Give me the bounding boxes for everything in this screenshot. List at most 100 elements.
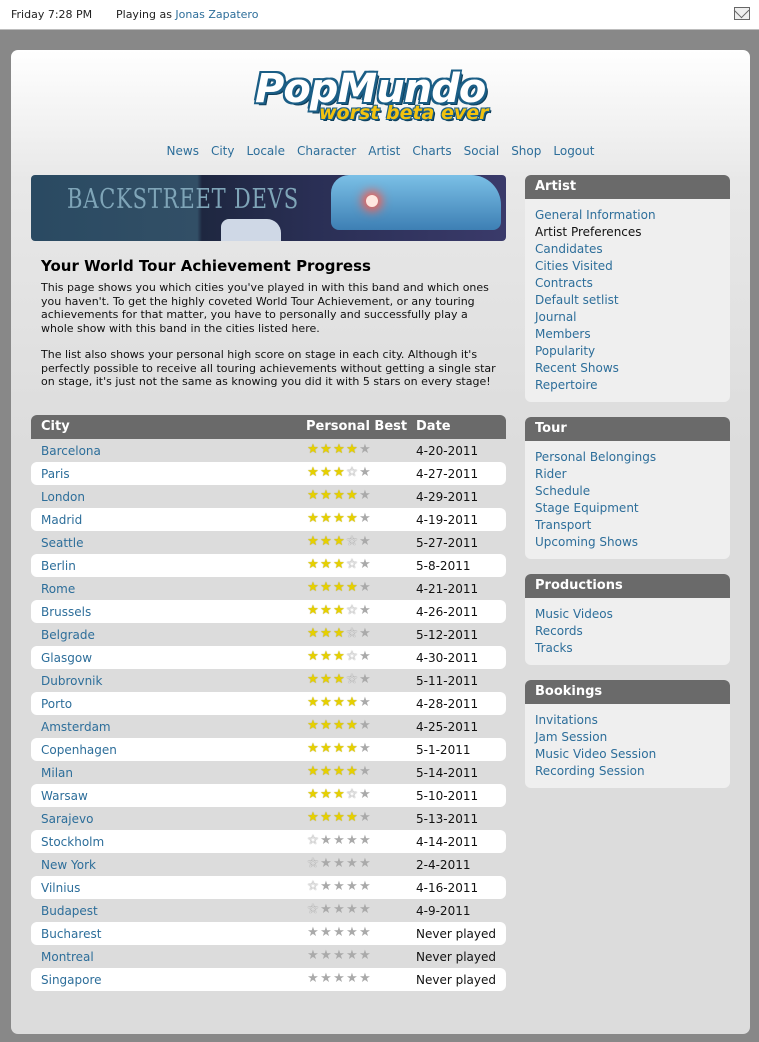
city-link[interactable]: Madrid xyxy=(41,513,82,527)
city-link[interactable]: Vilnius xyxy=(41,881,80,895)
star-gray-icon: ★ xyxy=(307,925,319,940)
table-row: Singapore ★ ★ ★ ★ ★ Never played xyxy=(31,968,506,991)
city-link[interactable]: Dubrovnik xyxy=(41,674,102,688)
sidebar-item-journal[interactable]: Journal xyxy=(535,310,720,327)
date-cell: Never played xyxy=(416,927,496,941)
sidebar-item-rider[interactable]: Rider xyxy=(535,467,720,484)
sidebar-item-members[interactable]: Members xyxy=(535,327,720,344)
star-gray-icon: ★ xyxy=(359,534,371,549)
sidebar-item-cities-visited[interactable]: Cities Visited xyxy=(535,259,720,276)
star-gray-icon: ★ xyxy=(359,787,371,802)
sidebar-item-contracts[interactable]: Contracts xyxy=(535,276,720,293)
table-body: Barcelona ★ ★ ★ ★ ★ 4-20-2011 Paris ★ ★ ★ ☆ ★ 4-27-20… xyxy=(31,439,506,991)
sidebar-item-upcoming-shows[interactable]: Upcoming Shows xyxy=(535,535,720,552)
intro-section: Your World Tour Achievement Progress Thi… xyxy=(41,257,501,402)
nav-link-logout[interactable]: Logout xyxy=(553,144,594,158)
logo-sub-text: worst beta ever xyxy=(319,102,489,124)
star-filled-icon: ★ xyxy=(307,741,319,756)
date-cell: 4-20-2011 xyxy=(416,444,479,458)
sidebar-item-music-videos[interactable]: Music Videos xyxy=(535,607,720,624)
city-link[interactable]: Glasgow xyxy=(41,651,92,665)
star-outline-icon: ☆ xyxy=(307,833,319,848)
nav-link-social[interactable]: Social xyxy=(464,144,500,158)
sidebar-item-popularity[interactable]: Popularity xyxy=(535,344,720,361)
star-gray-icon: ★ xyxy=(359,557,371,572)
sidebar-item-tracks[interactable]: Tracks xyxy=(535,641,720,658)
nav-link-city[interactable]: City xyxy=(211,144,235,158)
nav-link-news[interactable]: News xyxy=(167,144,199,158)
city-link[interactable]: Barcelona xyxy=(41,444,101,458)
star-filled-icon: ★ xyxy=(346,718,358,733)
table-row: Dubrovnik ★ ★ ★ ☆ ★ 5-11-2011 xyxy=(31,669,506,692)
star-outline-icon: ☆ xyxy=(346,557,358,572)
date-cell: 5-10-2011 xyxy=(416,789,479,803)
city-link[interactable]: Montreal xyxy=(41,950,94,964)
city-link[interactable]: Singapore xyxy=(41,973,102,987)
date-cell: 5-27-2011 xyxy=(416,536,479,550)
city-link[interactable]: Belgrade xyxy=(41,628,95,642)
sidebar-item-transport[interactable]: Transport xyxy=(535,518,720,535)
city-link[interactable]: Amsterdam xyxy=(41,720,111,734)
star-filled-icon: ★ xyxy=(333,488,345,503)
city-link[interactable]: Seattle xyxy=(41,536,83,550)
envelope-icon[interactable] xyxy=(734,7,750,20)
sidebar-item-invitations[interactable]: Invitations xyxy=(535,713,720,730)
city-link[interactable]: Porto xyxy=(41,697,72,711)
sidebar-item-candidates[interactable]: Candidates xyxy=(535,242,720,259)
star-filled-icon: ★ xyxy=(333,603,345,618)
city-link[interactable]: Paris xyxy=(41,467,70,481)
sidebar-item-recording-session[interactable]: Recording Session xyxy=(535,764,720,781)
star-outline-icon: ☆ xyxy=(346,626,358,641)
nav-link-artist[interactable]: Artist xyxy=(368,144,400,158)
star-gray-icon: ★ xyxy=(333,856,345,871)
sidebar-item-stage-equipment[interactable]: Stage Equipment xyxy=(535,501,720,518)
sidebar-item-personal-belongings[interactable]: Personal Belongings xyxy=(535,450,720,467)
star-filled-icon: ★ xyxy=(320,534,332,549)
star-filled-icon: ★ xyxy=(333,672,345,687)
band-name: BACKSTREET DEVS xyxy=(67,184,299,215)
nav-link-character[interactable]: Character xyxy=(297,144,356,158)
star-filled-icon: ★ xyxy=(320,626,332,641)
nav-link-locale[interactable]: Locale xyxy=(247,144,285,158)
city-link[interactable]: Brussels xyxy=(41,605,91,619)
star-outline-icon: ☆ xyxy=(346,672,358,687)
nav-link-shop[interactable]: Shop xyxy=(511,144,541,158)
city-link[interactable]: Rome xyxy=(41,582,75,596)
sidebar-item-repertoire[interactable]: Repertoire xyxy=(535,378,720,395)
star-filled-icon: ★ xyxy=(333,810,345,825)
city-link[interactable]: Bucharest xyxy=(41,927,101,941)
sidebar-item-music-video-session[interactable]: Music Video Session xyxy=(535,747,720,764)
city-link[interactable]: Stockholm xyxy=(41,835,104,849)
city-link[interactable]: Warsaw xyxy=(41,789,88,803)
star-gray-icon: ★ xyxy=(346,925,358,940)
date-cell: 2-4-2011 xyxy=(416,858,471,872)
star-filled-icon: ★ xyxy=(320,603,332,618)
nav-link-charts[interactable]: Charts xyxy=(412,144,451,158)
player-name-link[interactable]: Jonas Zapatero xyxy=(175,8,258,21)
site-logo[interactable]: PopMundo worst beta ever xyxy=(255,66,511,128)
star-gray-icon: ★ xyxy=(359,971,371,986)
star-outline-icon: ☆ xyxy=(346,465,358,480)
star-gray-icon: ★ xyxy=(359,465,371,480)
sidebar-item-schedule[interactable]: Schedule xyxy=(535,484,720,501)
sidebar-item-recent-shows[interactable]: Recent Shows xyxy=(535,361,720,378)
star-rating: ★ ★ ★ ☆ ★ xyxy=(306,604,371,618)
sidebar-list: General Information Artist Preferences Can… xyxy=(525,199,730,402)
city-link[interactable]: Berlin xyxy=(41,559,76,573)
sidebar-item-default-setlist[interactable]: Default setlist xyxy=(535,293,720,310)
star-gray-icon: ★ xyxy=(359,810,371,825)
city-link[interactable]: Sarajevo xyxy=(41,812,93,826)
star-filled-icon: ★ xyxy=(307,488,319,503)
city-link[interactable]: Budapest xyxy=(41,904,98,918)
table-row: Stockholm ☆ ★ ★ ★ ★ 4-14-2011 xyxy=(31,830,506,853)
column-header-city: City xyxy=(41,419,70,434)
city-link[interactable]: Copenhagen xyxy=(41,743,117,757)
sidebar-item-records[interactable]: Records xyxy=(535,624,720,641)
city-link[interactable]: New York xyxy=(41,858,96,872)
sidebar-box-productions: Productions Music Videos Records Tracks xyxy=(525,574,730,665)
sidebar-item-jam-session[interactable]: Jam Session xyxy=(535,730,720,747)
sidebar-item-general-information[interactable]: General Information xyxy=(535,208,720,225)
star-rating: ★ ★ ★ ★ ★ xyxy=(306,742,371,756)
city-link[interactable]: London xyxy=(41,490,85,504)
city-link[interactable]: Milan xyxy=(41,766,73,780)
